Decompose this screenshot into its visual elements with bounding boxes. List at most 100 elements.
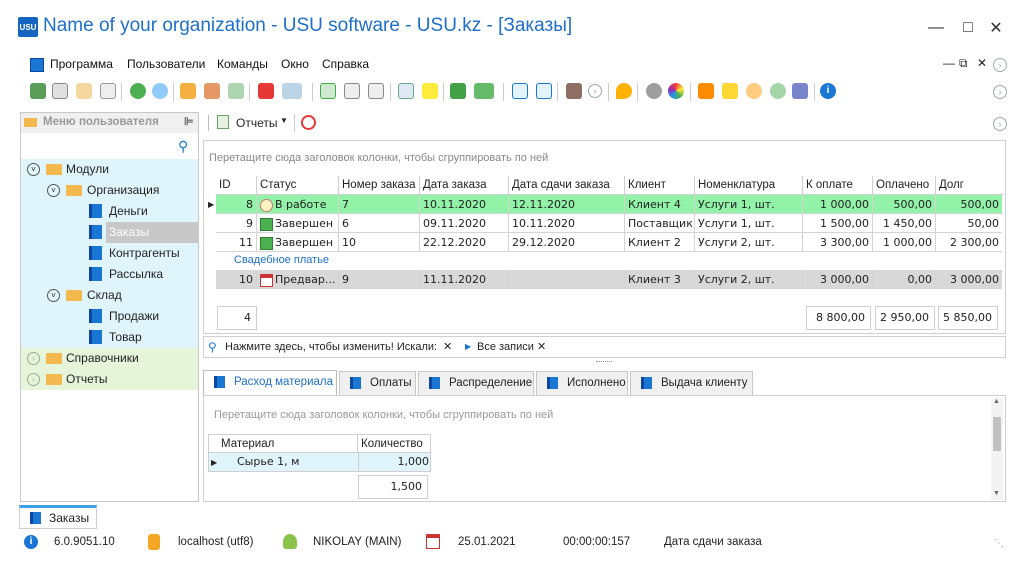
filter-text[interactable]: Нажмите здесь, чтобы изменить! Искали: bbox=[225, 341, 437, 353]
tree-item-directories[interactable]: › Справочники bbox=[21, 348, 198, 369]
scroll-down-icon[interactable]: ▼ bbox=[993, 490, 1000, 497]
tab-delivery[interactable]: Выдача клиенту bbox=[630, 371, 753, 395]
mdi-nav-icon[interactable]: › bbox=[993, 58, 1007, 72]
exit-icon[interactable] bbox=[566, 83, 582, 99]
filter-icon[interactable] bbox=[180, 83, 196, 99]
filter-clear-icon[interactable]: ✕ bbox=[443, 340, 452, 353]
col-due-date[interactable]: Дата сдачи заказа bbox=[509, 176, 625, 194]
tab-payments[interactable]: Оплаты bbox=[339, 371, 416, 395]
menu-users[interactable]: Пользователи bbox=[127, 57, 205, 71]
reset-icon[interactable] bbox=[301, 115, 316, 130]
tree-item-goods[interactable]: Товар bbox=[21, 327, 198, 348]
collapse-icon[interactable]: ˅ bbox=[47, 289, 60, 302]
filter-clear-icon[interactable] bbox=[204, 83, 220, 99]
excel-export-icon[interactable] bbox=[450, 83, 466, 99]
menu-window[interactable]: Окно bbox=[281, 57, 309, 71]
tab-material[interactable]: Расход материала bbox=[203, 370, 337, 396]
go-icon[interactable]: › bbox=[588, 84, 602, 98]
tree-item-reports[interactable]: › Отчеты bbox=[21, 369, 198, 390]
close-button[interactable]: ✕ bbox=[981, 14, 1011, 42]
window-new-icon[interactable] bbox=[512, 83, 528, 99]
filter-all[interactable]: Все записи bbox=[477, 341, 534, 353]
settings-icon[interactable] bbox=[646, 83, 662, 99]
minimize-button[interactable]: — bbox=[921, 14, 951, 42]
menu-program[interactable]: Программа bbox=[50, 57, 113, 71]
copy-icon[interactable] bbox=[52, 83, 68, 99]
col-quantity[interactable]: Количество bbox=[358, 435, 430, 453]
user-icon[interactable] bbox=[746, 83, 762, 99]
split-icon[interactable] bbox=[320, 83, 336, 99]
users-icon[interactable] bbox=[770, 83, 786, 99]
tree-item-warehouse[interactable]: ˅ Склад bbox=[21, 285, 198, 306]
delete-icon[interactable] bbox=[100, 83, 116, 99]
pin-panel-icon[interactable]: ⊫ bbox=[184, 115, 194, 128]
col-status[interactable]: Статус bbox=[257, 176, 339, 194]
collapse-icon[interactable]: ˅ bbox=[27, 163, 40, 176]
splitter-handle[interactable] bbox=[596, 361, 612, 363]
chevron-down-icon[interactable]: ▼ bbox=[280, 116, 288, 125]
tree-item-orders[interactable]: Заказы bbox=[21, 222, 198, 243]
expand-icon[interactable]: › bbox=[27, 373, 40, 386]
window-tab-orders[interactable]: Заказы bbox=[19, 505, 97, 529]
rss-icon[interactable] bbox=[698, 83, 714, 99]
group-label[interactable]: Свадебное платье bbox=[234, 254, 329, 266]
tab-distribution[interactable]: Распределение bbox=[418, 371, 534, 395]
lock-icon[interactable] bbox=[722, 83, 738, 99]
refresh-icon[interactable] bbox=[30, 83, 46, 99]
col-debt[interactable]: Долг bbox=[936, 176, 1002, 194]
toolbar-nav-icon[interactable]: › bbox=[993, 85, 1007, 99]
scroll-up-icon[interactable]: ▲ bbox=[993, 398, 1000, 405]
table-row[interactable]: ▶ 8 В работе 7 10.11.2020 12.11.2020 Кли… bbox=[208, 195, 1002, 214]
col-material[interactable]: Материал bbox=[218, 435, 358, 453]
tab-done[interactable]: Исполнено bbox=[536, 371, 628, 395]
mdi-restore-icon[interactable]: ⧉ bbox=[959, 56, 968, 71]
menu-search-input[interactable]: ⚲ bbox=[21, 137, 198, 157]
tree-item-organization[interactable]: ˅ Организация bbox=[21, 180, 198, 201]
edit-icon[interactable] bbox=[76, 83, 92, 99]
table-row[interactable]: ▶ Сырье 1, м 1,000 bbox=[208, 453, 431, 472]
search-icon[interactable] bbox=[152, 83, 168, 99]
filter-apply-icon[interactable] bbox=[228, 83, 244, 99]
tree-item-mailing[interactable]: Рассылка bbox=[21, 264, 198, 285]
scroll-thumb[interactable] bbox=[993, 417, 1001, 451]
pin-icon[interactable] bbox=[616, 83, 632, 99]
note-icon[interactable] bbox=[422, 83, 438, 99]
collapse-icon[interactable] bbox=[344, 83, 360, 99]
mdi-minimize-icon[interactable]: — bbox=[943, 56, 955, 70]
col-paid[interactable]: Оплачено bbox=[873, 176, 936, 194]
tree-item-sales[interactable]: Продажи bbox=[21, 306, 198, 327]
reports-nav-icon[interactable]: › bbox=[993, 117, 1007, 131]
col-date[interactable]: Дата заказа bbox=[420, 176, 509, 194]
search-icon[interactable]: ⚲ bbox=[178, 138, 188, 155]
col-item[interactable]: Номенклатура bbox=[695, 176, 803, 194]
table-row[interactable]: 10 Предвар... 9 11.11.2020 Клиент 3 Услу… bbox=[216, 270, 1002, 289]
color-icon[interactable] bbox=[668, 83, 684, 99]
add-row-icon[interactable] bbox=[398, 83, 414, 99]
col-client[interactable]: Клиент bbox=[625, 176, 695, 194]
table-row[interactable]: 11 Завершен 10 22.12.2020 29.12.2020 Кли… bbox=[216, 233, 1002, 252]
tree-item-contractors[interactable]: Контрагенты bbox=[21, 243, 198, 264]
image-icon[interactable] bbox=[282, 83, 302, 99]
mdi-close-icon[interactable]: ✕ bbox=[977, 56, 987, 70]
scrollbar[interactable]: ▲ ▼ bbox=[991, 398, 1003, 500]
table-row[interactable]: 9 Завершен 6 09.11.2020 10.11.2020 Поста… bbox=[216, 214, 1002, 233]
resize-grip-icon[interactable]: ⋱ bbox=[994, 538, 1004, 549]
tree-item-money[interactable]: Деньги bbox=[21, 201, 198, 222]
tree-item-modules[interactable]: ˅ Модули bbox=[21, 159, 198, 180]
expand-icon[interactable] bbox=[368, 83, 384, 99]
tools-icon[interactable] bbox=[792, 83, 808, 99]
sync-icon[interactable] bbox=[130, 83, 146, 99]
window-close-icon[interactable] bbox=[536, 83, 552, 99]
col-to-pay[interactable]: К оплате bbox=[803, 176, 873, 194]
maximize-button[interactable]: □ bbox=[953, 14, 983, 42]
col-id[interactable]: ID bbox=[216, 176, 257, 194]
expand-icon[interactable]: › bbox=[27, 352, 40, 365]
filter-all-clear-icon[interactable]: ✕ bbox=[537, 340, 546, 353]
collapse-icon[interactable]: ˅ bbox=[47, 184, 60, 197]
menu-commands[interactable]: Команды bbox=[217, 57, 268, 71]
excel-menu-icon[interactable] bbox=[474, 83, 494, 99]
filter-bar[interactable]: ⚲ Нажмите здесь, чтобы изменить! Искали:… bbox=[203, 336, 1006, 358]
flag-icon[interactable] bbox=[258, 83, 274, 99]
menu-help[interactable]: Справка bbox=[322, 57, 369, 71]
reports-button[interactable]: Отчеты bbox=[236, 116, 277, 130]
